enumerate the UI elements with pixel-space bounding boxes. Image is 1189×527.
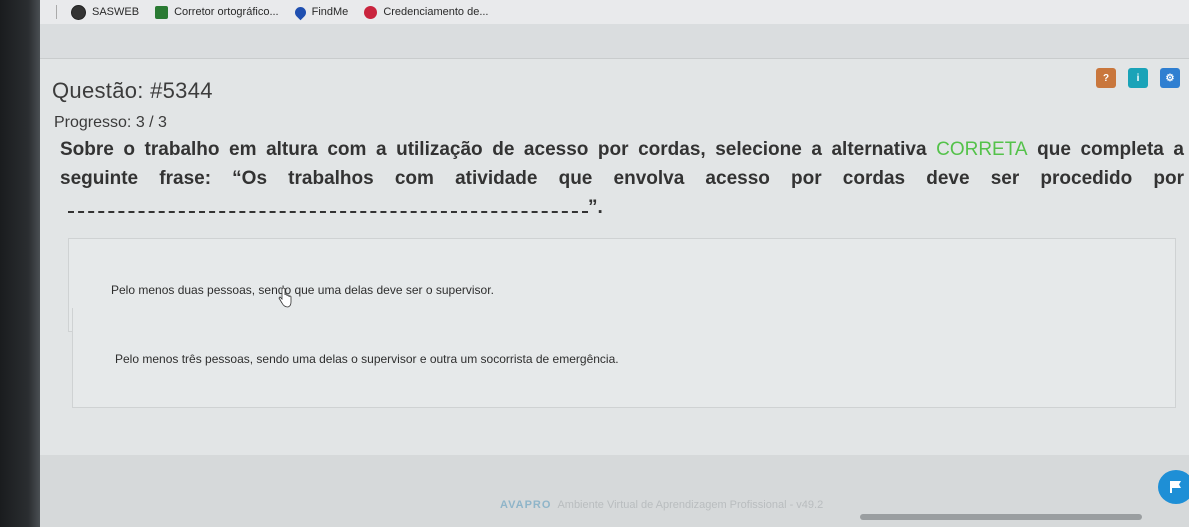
question-toolbar: ? i ⚙ [1096,68,1180,88]
footer: AVAPRO Ambiente Virtual de Aprendizagem … [500,499,823,511]
answer-option-2[interactable]: Pelo menos três pessoas, sendo uma delas… [72,308,1176,408]
answer-blank [68,195,588,213]
bookmark-corretor[interactable]: Corretor ortográfico... [155,5,279,19]
question-title: Questão: #5344 [52,78,213,103]
bookmark-label: FindMe [311,6,349,18]
help-button[interactable]: ? [1096,68,1116,88]
bookmark-label: Credenciamento de... [383,6,489,18]
footer-text: Ambiente Virtual de Aprendizagem Profiss… [557,499,824,511]
info-icon: i [1136,72,1140,84]
footer-brand: AVAPRO [500,499,552,511]
globe-icon [71,4,86,20]
question-text-end: ”. [588,197,603,218]
answer-option-text: Pelo menos três pessoas, sendo uma delas… [115,352,619,366]
screen: SASWEB Corretor ortográfico... FindMe Cr… [0,0,1189,527]
settings-icon: ⚙ [1165,72,1175,84]
hand-cursor-icon [278,288,292,308]
info-button[interactable]: i [1128,68,1148,88]
settings-button[interactable]: ⚙ [1160,68,1180,88]
bookmark-sasweb[interactable]: SASWEB [71,4,140,20]
bookmarks-bar: SASWEB Corretor ortográfico... FindMe Cr… [0,0,1189,24]
horizontal-scrollbar[interactable] [860,514,1142,520]
answer-option-text: Pelo menos duas pessoas, sendo que uma d… [111,283,494,297]
bookmark-credenciamento[interactable]: Credenciamento de... [364,5,489,19]
location-pin-icon [292,4,308,20]
chat-button[interactable] [1158,470,1189,504]
progress-text: Progresso: 3 / 3 [54,114,167,131]
bookmark-label: SASWEB [92,6,140,18]
bookmarks-separator [56,5,57,19]
bookmark-label: Corretor ortográfico... [174,6,279,18]
question-text-before: Sobre o trabalho em altura com a utiliza… [60,139,937,160]
question-statement: Sobre o trabalho em altura com a utiliza… [60,135,1184,222]
help-icon: ? [1102,72,1110,84]
page-top-strip [40,24,1189,58]
monitor-bezel [0,0,40,527]
seal-icon [364,5,378,19]
flag-icon [1170,481,1181,493]
document-icon [155,5,169,19]
bookmark-findme[interactable]: FindMe [292,4,349,20]
question-highlight: CORRETA [936,139,1028,160]
